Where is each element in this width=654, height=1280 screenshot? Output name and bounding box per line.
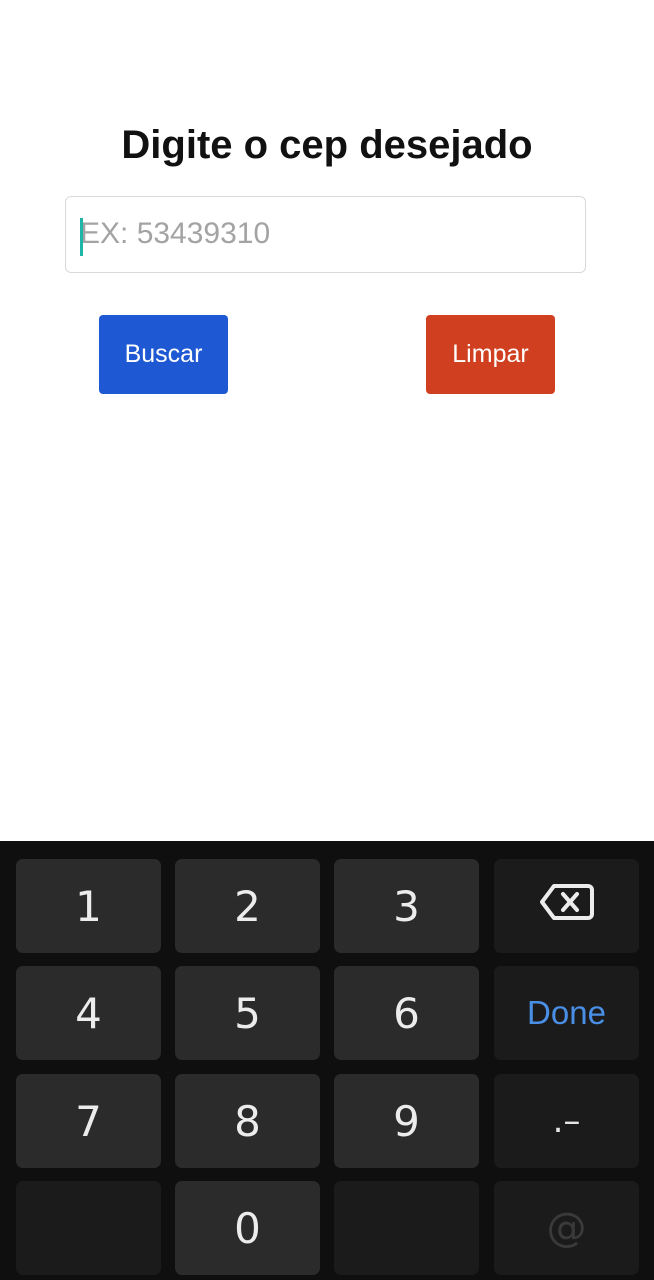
key-punctuation[interactable]: .– — [494, 1074, 639, 1168]
key-empty-left — [16, 1181, 161, 1275]
cep-input[interactable] — [80, 197, 570, 271]
key-at-disabled: @ — [494, 1181, 639, 1275]
cep-input-container[interactable] — [65, 196, 586, 273]
key-9[interactable]: 9 — [334, 1074, 479, 1168]
search-button[interactable]: Buscar — [99, 315, 228, 394]
key-empty-right — [334, 1181, 479, 1275]
clear-button[interactable]: Limpar — [426, 315, 555, 394]
key-7[interactable]: 7 — [16, 1074, 161, 1168]
key-0[interactable]: 0 — [175, 1181, 320, 1275]
key-8[interactable]: 8 — [175, 1074, 320, 1168]
text-caret — [80, 218, 83, 256]
page-title: Digite o cep desejado — [121, 123, 533, 167]
screen: Digite o cep desejado Buscar Limpar 1 2 … — [0, 0, 654, 1280]
key-backspace[interactable] — [494, 859, 639, 953]
key-3[interactable]: 3 — [334, 859, 479, 953]
key-6[interactable]: 6 — [334, 966, 479, 1060]
key-5[interactable]: 5 — [175, 966, 320, 1060]
numeric-keyboard: 1 2 3 4 5 6 Done 7 8 9 .– 0 @ — [0, 841, 654, 1280]
key-2[interactable]: 2 — [175, 859, 320, 953]
key-done[interactable]: Done — [494, 966, 639, 1060]
key-1[interactable]: 1 — [16, 859, 161, 953]
backspace-icon — [539, 882, 594, 931]
key-4[interactable]: 4 — [16, 966, 161, 1060]
